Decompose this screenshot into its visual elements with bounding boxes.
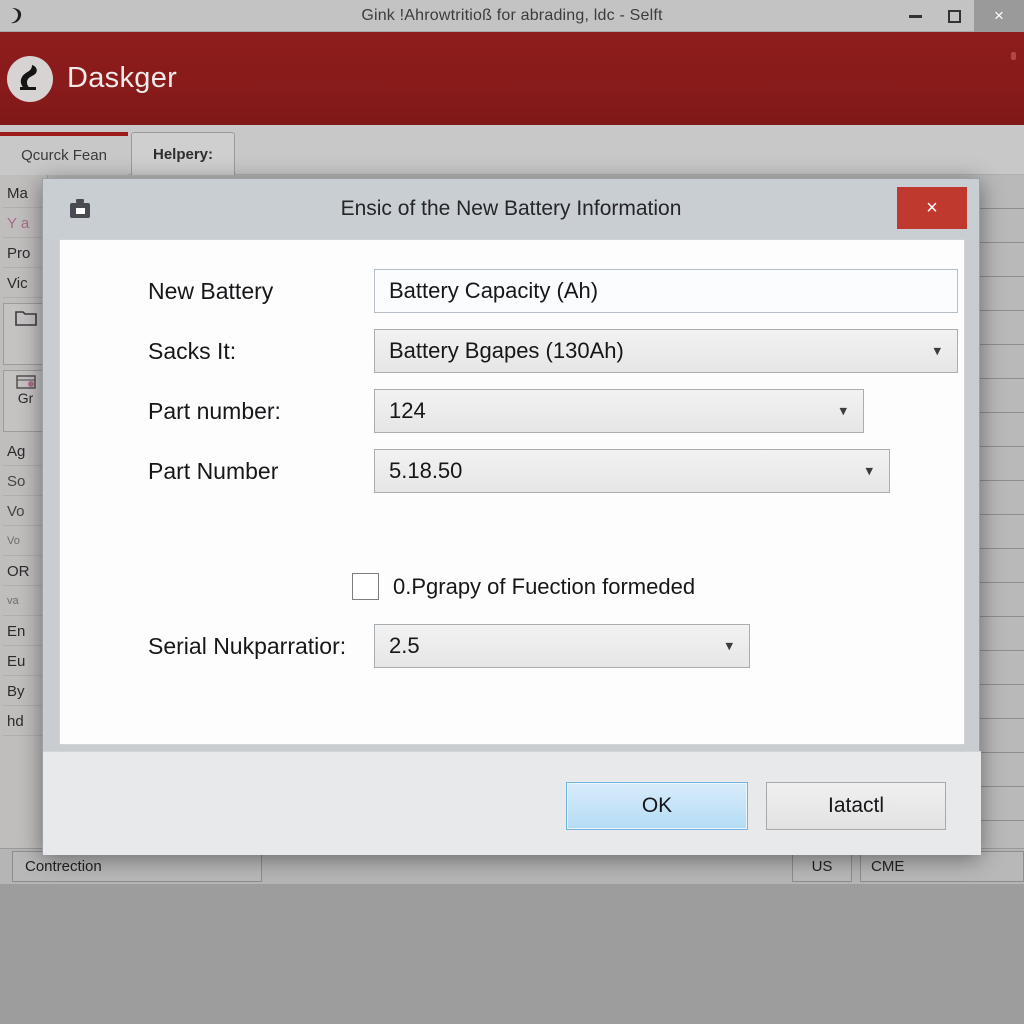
form-row-serial: Serial Nukparratior: 2.5 ▾ <box>60 623 964 669</box>
minimize-button[interactable] <box>896 0 934 32</box>
label-part-number-upper: Part Number <box>148 457 279 484</box>
battery-capacity-input[interactable]: Battery Capacity (Ah) <box>374 269 958 313</box>
tab-quick-fean[interactable]: Qcurck Fean <box>0 132 128 175</box>
sidebar-item-15[interactable]: hd <box>3 707 44 736</box>
sidebar-item-11[interactable]: va <box>3 587 44 616</box>
sidebar-item-8[interactable]: Vo <box>3 497 44 526</box>
folder-icon <box>14 308 37 328</box>
sidebar-item-13[interactable]: Eu <box>3 647 44 676</box>
form-row-sacks-it: Sacks It: Battery Bgapes (130Ah) ▾ <box>60 328 964 374</box>
sidebar-item-5: Gr <box>17 390 34 406</box>
brand-header: Daskger <box>0 32 1024 127</box>
ok-button[interactable]: OK <box>566 782 748 830</box>
sidebar-item-9[interactable]: Vo <box>3 527 44 556</box>
sidebar: Ma Y a Pro Vic Gr Ag So Vo Vo OR va En E… <box>0 175 48 848</box>
grid-icon <box>15 375 36 389</box>
chevron-down-icon: ▾ <box>865 462 873 480</box>
serial-number-value: 2.5 <box>389 633 420 658</box>
part-number-value: 124 <box>389 398 426 423</box>
status-locale[interactable]: US <box>792 851 852 882</box>
maximize-icon <box>947 9 961 23</box>
toolbox-icon <box>65 194 95 224</box>
battery-type-value: Battery Bgapes (130Ah) <box>389 338 624 363</box>
serial-number-combobox[interactable]: 2.5 ▾ <box>374 624 750 668</box>
status-mode[interactable]: CME <box>860 851 1024 882</box>
application-window: Gink !Ahrowtritioß for abrading, ldc - S… <box>0 0 1024 1024</box>
desktop-background <box>0 884 1024 1024</box>
header-indicator-dot <box>1011 52 1016 60</box>
form-row-part-number-upper: Part Number 5.18.50 ▾ <box>60 448 964 494</box>
battery-information-dialog: Ensic of the New Battery Information × N… <box>42 178 981 855</box>
function-formed-label: 0.Pgrapy of Fuection formeded <box>393 573 696 599</box>
form-row-checkbox: 0.Pgrapy of Fuection formeded <box>352 573 695 600</box>
battery-type-combobox[interactable]: Battery Bgapes (130Ah) ▾ <box>374 329 958 373</box>
form-row-new-battery: New Battery Battery Capacity (Ah) <box>60 268 964 314</box>
sidebar-item-3[interactable]: Vic <box>3 269 44 298</box>
dialog-body: New Battery Battery Capacity (Ah) Sacks … <box>59 239 965 745</box>
chevron-down-icon: ▾ <box>839 402 847 420</box>
function-formed-checkbox[interactable] <box>352 573 379 600</box>
window-controls: × <box>896 0 1024 32</box>
chevron-down-icon: ▾ <box>725 637 733 655</box>
sidebar-item-1[interactable]: Y a <box>3 209 44 238</box>
sidebar-item-14[interactable]: By <box>3 677 44 706</box>
sidebar-folder-button[interactable] <box>3 303 44 365</box>
brand-name: Daskger <box>67 62 178 94</box>
sidebar-item-0[interactable]: Ma <box>3 179 44 208</box>
window-title: Gink !Ahrowtritioß for abrading, ldc - S… <box>361 6 663 24</box>
tab-strip: Qcurck Fean Helpery: <box>0 127 1024 175</box>
sidebar-item-6[interactable]: Ag <box>3 437 44 466</box>
window-close-button[interactable]: × <box>974 0 1024 32</box>
version-value: 5.18.50 <box>389 458 463 483</box>
sidebar-group-block[interactable]: Gr <box>3 370 44 432</box>
status-connection[interactable]: Contrection <box>12 851 262 882</box>
version-combobox[interactable]: 5.18.50 ▾ <box>374 449 890 493</box>
label-part-number-lower: Part number: <box>148 397 281 424</box>
sidebar-item-7[interactable]: So <box>3 467 44 496</box>
os-titlebar: Gink !Ahrowtritioß for abrading, ldc - S… <box>0 0 1024 32</box>
sidebar-item-12[interactable]: En <box>3 617 44 646</box>
sidebar-item-2[interactable]: Pro <box>3 239 44 268</box>
label-new-battery: New Battery <box>148 277 274 304</box>
minimize-icon <box>908 14 922 18</box>
tab-helpery[interactable]: Helpery: <box>131 132 235 175</box>
brand-logo-icon <box>7 55 53 102</box>
dialog-titlebar: Ensic of the New Battery Information × <box>43 179 979 239</box>
sidebar-item-10[interactable]: OR <box>3 557 44 586</box>
chevron-down-icon: ▾ <box>933 342 941 360</box>
label-serial-number: Serial Nukparratior: <box>148 632 347 659</box>
label-sacks-it: Sacks It: <box>148 337 237 364</box>
maximize-button[interactable] <box>934 0 974 32</box>
dialog-title: Ensic of the New Battery Information <box>340 197 682 220</box>
part-number-combobox[interactable]: 124 ▾ <box>374 389 864 433</box>
dialog-close-button[interactable]: × <box>897 187 967 229</box>
dialog-footer: OK Iatactl <box>43 751 981 855</box>
form-row-part-number-lower: Part number: 124 ▾ <box>60 388 964 434</box>
cancel-button[interactable]: Iatactl <box>766 782 946 830</box>
